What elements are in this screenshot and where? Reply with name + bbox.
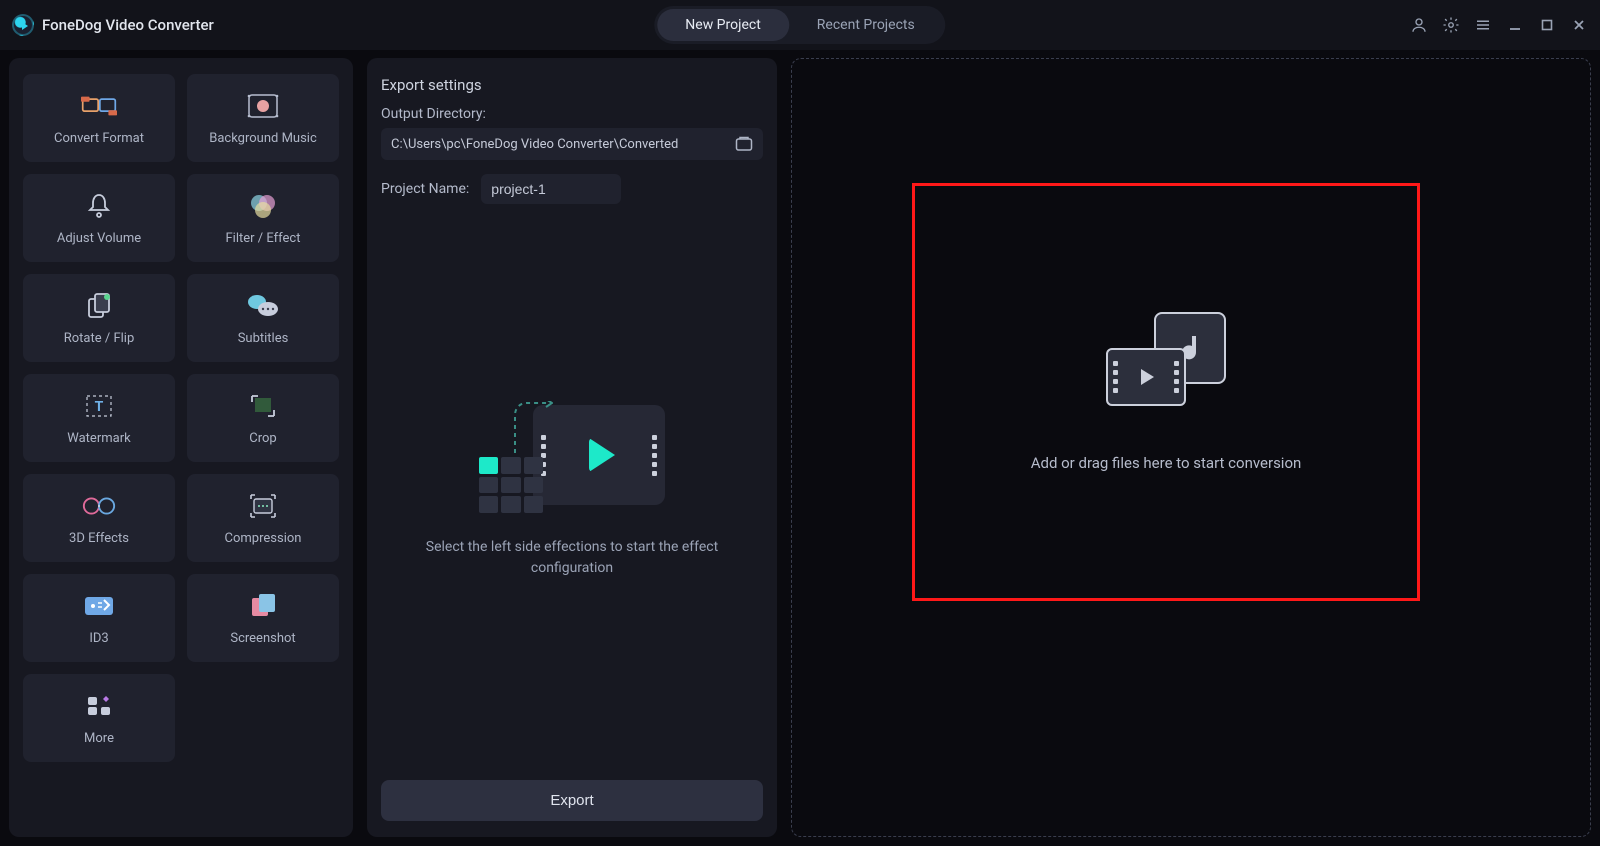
tool-watermark[interactable]: T Watermark — [23, 374, 175, 462]
output-directory-field[interactable]: C:\Users\pc\FoneDog Video Converter\Conv… — [381, 128, 763, 160]
tool-label: ID3 — [89, 631, 108, 646]
app-title: FoneDog Video Converter — [42, 16, 214, 34]
tool-label: Screenshot — [230, 631, 295, 646]
tool-label: More — [84, 731, 114, 746]
export-button[interactable]: Export — [381, 780, 763, 821]
media-drop-icon — [1106, 312, 1226, 406]
folder-browse-icon[interactable] — [735, 136, 753, 152]
close-button[interactable] — [1570, 16, 1588, 34]
app-logo-icon — [12, 14, 34, 36]
tool-label: Convert Format — [54, 131, 144, 146]
minimize-button[interactable] — [1506, 16, 1524, 34]
effect-config-placeholder: Select the left side effections to start… — [381, 204, 763, 780]
account-icon[interactable] — [1410, 16, 1428, 34]
id3-icon — [81, 591, 117, 621]
tool-label: Background Music — [209, 131, 317, 146]
3d-effects-icon — [81, 491, 117, 521]
tool-crop[interactable]: Crop — [187, 374, 339, 462]
export-settings-title: Export settings — [381, 76, 763, 94]
tool-label: Compression — [225, 531, 302, 546]
tool-filter-effect[interactable]: Filter / Effect — [187, 174, 339, 262]
drop-zone-highlight[interactable]: Add or drag files here to start conversi… — [912, 183, 1420, 601]
tool-label: Adjust Volume — [57, 231, 141, 246]
menu-icon[interactable] — [1474, 16, 1492, 34]
tool-compression[interactable]: Compression — [187, 474, 339, 562]
settings-icon[interactable] — [1442, 16, 1460, 34]
tool-label: Crop — [249, 431, 276, 446]
tool-subtitles[interactable]: Subtitles — [187, 274, 339, 362]
tool-label: Watermark — [67, 431, 130, 446]
drop-panel[interactable]: Add or drag files here to start conversi… — [791, 58, 1591, 837]
output-directory-value: C:\Users\pc\FoneDog Video Converter\Conv… — [391, 137, 735, 152]
convert-format-icon — [81, 91, 117, 121]
compression-icon — [245, 491, 281, 521]
tool-label: Filter / Effect — [226, 231, 301, 246]
tab-switcher: New Project Recent Projects — [654, 6, 945, 44]
drop-hint-text: Add or drag files here to start conversi… — [1031, 454, 1302, 472]
tool-screenshot[interactable]: Screenshot — [187, 574, 339, 662]
project-name-input[interactable] — [481, 174, 621, 204]
play-icon — [589, 438, 615, 472]
subtitles-icon — [245, 291, 281, 321]
tab-new-project[interactable]: New Project — [657, 9, 789, 41]
adjust-volume-icon — [81, 191, 117, 221]
tool-adjust-volume[interactable]: Adjust Volume — [23, 174, 175, 262]
rotate-flip-icon — [81, 291, 117, 321]
tool-id3[interactable]: ID3 — [23, 574, 175, 662]
project-name-label: Project Name: — [381, 181, 469, 197]
filter-effect-icon — [245, 191, 281, 221]
tool-label: Rotate / Flip — [64, 331, 135, 346]
title-bar: FoneDog Video Converter New Project Rece… — [0, 0, 1600, 50]
window-controls — [1410, 16, 1588, 34]
crop-icon — [245, 391, 281, 421]
tools-panel: Convert Format Background Music Adjust V… — [9, 58, 353, 837]
output-directory-label: Output Directory: — [381, 106, 763, 122]
more-icon — [81, 691, 117, 721]
export-panel: Export settings Output Directory: C:\Use… — [367, 58, 777, 837]
tool-more[interactable]: More — [23, 674, 175, 762]
tool-convert-format[interactable]: Convert Format — [23, 74, 175, 162]
screenshot-icon — [245, 591, 281, 621]
tool-3d-effects[interactable]: 3D Effects — [23, 474, 175, 562]
svg-text:T: T — [95, 399, 104, 415]
tool-label: 3D Effects — [69, 531, 129, 546]
effect-hint-text: Select the left side effections to start… — [409, 537, 735, 579]
tool-background-music[interactable]: Background Music — [187, 74, 339, 162]
maximize-button[interactable] — [1538, 16, 1556, 34]
tab-recent-projects[interactable]: Recent Projects — [789, 9, 943, 41]
background-music-icon — [245, 91, 281, 121]
tool-rotate-flip[interactable]: Rotate / Flip — [23, 274, 175, 362]
tool-label: Subtitles — [238, 331, 289, 346]
watermark-icon: T — [81, 391, 117, 421]
